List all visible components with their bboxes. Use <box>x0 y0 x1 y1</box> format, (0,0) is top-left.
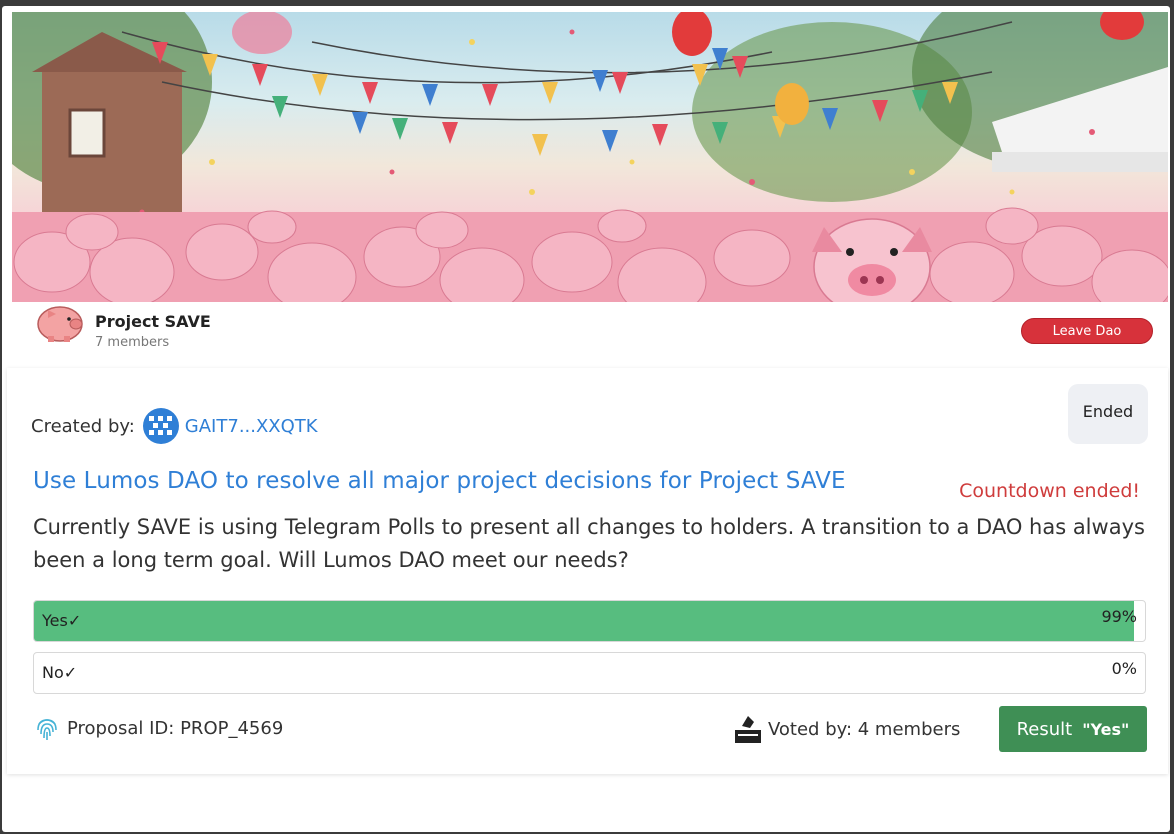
result-label: Result <box>1016 718 1073 740</box>
check-icon: ✓ <box>67 611 82 630</box>
proposal-id: Proposal ID: PROP_4569 <box>35 714 283 742</box>
status-badge: Ended <box>1068 384 1148 444</box>
dao-banner-image <box>12 12 1168 309</box>
check-icon: ✓ <box>63 663 78 682</box>
vote-option-label: No✓ <box>42 663 78 682</box>
proposal-creator: Created by: GAIT7...XXQTK <box>31 408 318 444</box>
countdown-status: Countdown ended! <box>959 480 1140 502</box>
dao-name: Project SAVE <box>95 312 211 331</box>
vote-percent: 99% <box>1101 607 1137 626</box>
fingerprint-icon <box>37 719 57 740</box>
dao-header: Project SAVE 7 members Leave Dao <box>12 302 1168 366</box>
ballot-box-icon <box>735 716 761 743</box>
dao-member-count: 7 members <box>95 335 170 350</box>
vote-progress-bar <box>34 601 1134 641</box>
voted-by: Voted by: 4 members <box>734 714 960 744</box>
created-by-label: Created by: <box>31 415 135 437</box>
proposal-id-text: Proposal ID: PROP_4569 <box>67 717 284 739</box>
result-value: "Yes" <box>1082 719 1130 739</box>
proposal-title: Use Lumos DAO to resolve all major proje… <box>33 468 846 494</box>
pig-avatar-icon <box>37 306 83 342</box>
voted-by-text: Voted by: 4 members <box>768 718 961 740</box>
proposal-description: Currently SAVE is using Telegram Polls t… <box>33 515 1145 572</box>
leave-dao-button[interactable]: Leave Dao <box>1021 318 1153 344</box>
result-button[interactable]: Result "Yes" <box>999 706 1147 752</box>
qr-identicon-icon <box>142 408 179 444</box>
vote-option-yes[interactable]: Yes✓ 99% <box>33 600 1146 642</box>
vote-option-no[interactable]: No✓ 0% <box>33 652 1146 694</box>
proposal-card: Created by: GAIT7...XXQTK Ended Use Lumo… <box>7 368 1168 774</box>
app-window: Project SAVE 7 members Leave Dao Created… <box>2 6 1170 832</box>
creator-address-link[interactable]: GAIT7...XXQTK <box>185 416 318 437</box>
vote-option-label: Yes✓ <box>42 611 82 630</box>
vote-percent: 0% <box>1111 659 1137 678</box>
party-pigs-illustration <box>12 12 1168 309</box>
